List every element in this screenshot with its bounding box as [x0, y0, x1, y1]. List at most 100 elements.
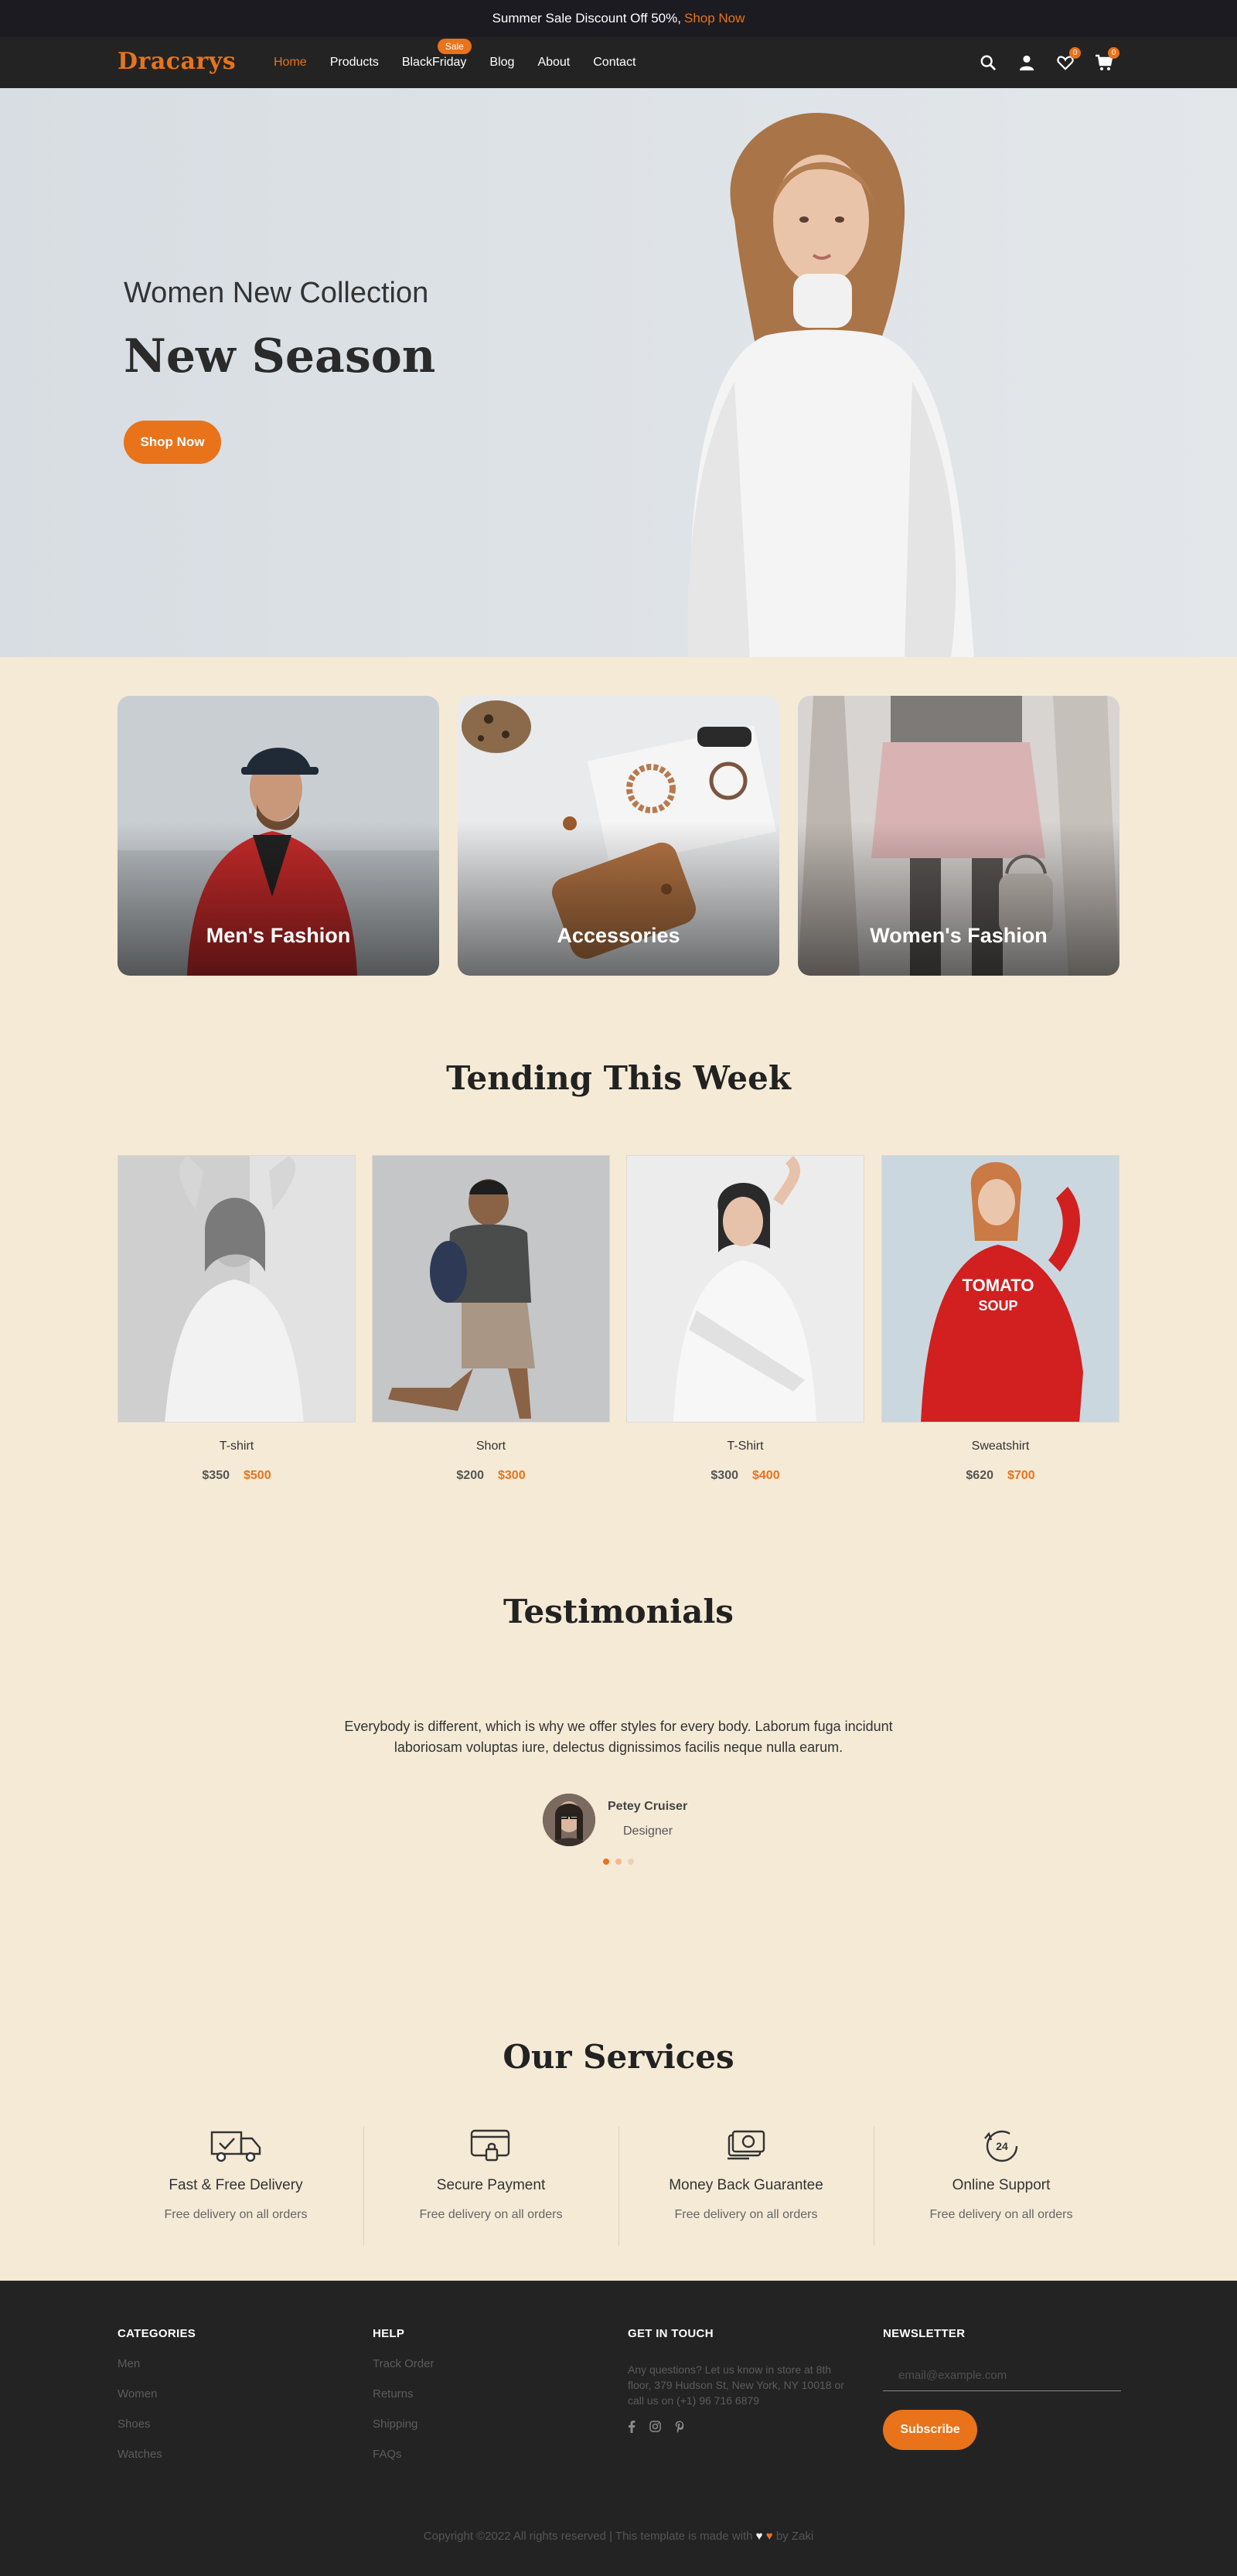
category-label-women: Women's Fashion — [870, 924, 1048, 947]
product-prices: $620 $700 — [881, 1469, 1119, 1483]
nav-home[interactable]: Home — [274, 56, 307, 70]
nav-products[interactable]: Products — [330, 56, 379, 70]
footer-link-men[interactable]: Men — [118, 2357, 357, 2370]
copyright: Copyright ©2022 All rights reserved | Th… — [0, 2530, 1237, 2543]
service-description: Free delivery on all orders — [419, 2208, 563, 2221]
footer-link-watches[interactable]: Watches — [118, 2448, 357, 2461]
product-name[interactable]: Short — [372, 1440, 610, 1453]
sale-badge: Sale — [437, 39, 472, 54]
announcement-text: Summer Sale Discount Off 50%, — [492, 11, 681, 26]
hero-shop-now-button[interactable]: Shop Now — [124, 421, 221, 464]
nav-blackfriday-label: BlackFriday — [401, 56, 467, 69]
footer-help: HELP Track Order Returns Shipping FAQs — [373, 2327, 612, 2461]
service-item: 24 Online Support Free delivery on all o… — [874, 2126, 1129, 2222]
pinterest-icon[interactable] — [675, 2421, 684, 2435]
product-image[interactable] — [118, 1155, 356, 1423]
copyright-text: Copyright ©2022 All rights reserved | Th… — [423, 2530, 753, 2543]
service-item: Secure Payment Free delivery on all orde… — [363, 2126, 618, 2222]
footer-link-faqs[interactable]: FAQs — [373, 2448, 612, 2461]
product-card[interactable]: T-shirt $350 $500 — [118, 1155, 356, 1483]
hero-title: New Season — [124, 329, 436, 383]
search-icon[interactable] — [979, 53, 997, 72]
testimonial-role: Designer — [623, 1825, 673, 1838]
footer-contact: GET IN TOUCH Any questions? Let us know … — [628, 2327, 867, 2435]
hero-model-image — [687, 112, 974, 657]
footer-contact-text: Any questions? Let us know in store at 8… — [628, 2363, 844, 2407]
pagination-dot[interactable] — [615, 1859, 622, 1865]
nav-contact[interactable]: Contact — [593, 56, 636, 70]
product-old-price: $620 — [966, 1469, 993, 1482]
announcement-shop-link[interactable]: Shop Now — [684, 11, 745, 26]
copyright-author: by Zaki — [775, 2530, 814, 2543]
newsletter-subscribe-button[interactable]: Subscribe — [883, 2410, 977, 2450]
footer-link-women[interactable]: Women — [118, 2387, 357, 2401]
wishlist-icon[interactable]: 0 — [1056, 47, 1081, 72]
main-navbar: Dracarys Home Products BlackFriday Sale … — [0, 37, 1237, 88]
category-cards: Men's Fashion Accessories Women's Fashio… — [118, 696, 1119, 976]
heart-icon: ♥ — [755, 2530, 763, 2543]
site-footer: CATEGORIES Men Women Shoes Watches HELP … — [0, 2281, 1237, 2576]
category-label-accessories: Accessories — [557, 924, 680, 947]
cart-icon[interactable]: 0 — [1095, 47, 1119, 72]
newsletter-email-input[interactable] — [883, 2360, 1121, 2391]
money-back-icon — [618, 2126, 874, 2165]
hero-banner: Women New Collection New Season Shop Now — [0, 88, 1237, 657]
footer-categories-title: CATEGORIES — [118, 2327, 196, 2340]
footer-link-track-order[interactable]: Track Order — [373, 2357, 612, 2370]
facebook-icon[interactable] — [628, 2421, 636, 2435]
product-card[interactable]: TOMATO SOUP Sweatshirt $620 $700 — [881, 1155, 1119, 1483]
product-prices: $200 $300 — [372, 1469, 610, 1483]
product-card[interactable]: Short $200 $300 — [372, 1155, 610, 1483]
footer-link-shoes[interactable]: Shoes — [118, 2418, 357, 2431]
product-old-price: $350 — [202, 1469, 230, 1482]
delivery-truck-icon — [108, 2126, 363, 2165]
category-card-women[interactable]: Women's Fashion — [798, 696, 1119, 976]
product-name[interactable]: Sweatshirt — [881, 1440, 1119, 1453]
wishlist-count-badge: 0 — [1069, 47, 1081, 59]
product-image[interactable]: TOMATO SOUP — [881, 1155, 1119, 1423]
nav-about[interactable]: About — [537, 56, 570, 70]
trending-title: Tending This Week — [446, 1059, 791, 1097]
product-prices: $300 $400 — [626, 1469, 864, 1483]
nav-blackfriday[interactable]: BlackFriday Sale — [401, 39, 472, 70]
product-price: $700 — [1007, 1469, 1035, 1482]
instagram-icon[interactable] — [649, 2421, 661, 2435]
footer-newsletter: NEWSLETTER Subscribe — [883, 2327, 1123, 2450]
service-item: Money Back Guarantee Free delivery on al… — [618, 2126, 874, 2222]
product-price: $400 — [752, 1469, 780, 1482]
site-logo[interactable]: Dracarys — [118, 48, 236, 75]
category-card-accessories[interactable]: Accessories — [458, 696, 779, 976]
user-icon[interactable] — [1017, 53, 1036, 72]
testimonials-title: Testimonials — [503, 1593, 734, 1630]
service-item: Fast & Free Delivery Free delivery on al… — [108, 2126, 363, 2222]
header-actions: 0 0 — [959, 37, 1119, 88]
service-title: Money Back Guarantee — [669, 2177, 823, 2193]
svg-text:SOUP: SOUP — [978, 1298, 1017, 1314]
product-image[interactable] — [626, 1155, 864, 1423]
footer-link-returns[interactable]: Returns — [373, 2387, 612, 2401]
cart-count-badge: 0 — [1108, 47, 1119, 59]
service-title: Online Support — [952, 2177, 1051, 2193]
product-price: $500 — [244, 1469, 271, 1482]
heart-icon: ♥ — [765, 2530, 773, 2543]
product-name[interactable]: T-shirt — [118, 1440, 356, 1453]
product-image[interactable] — [372, 1155, 610, 1423]
service-title: Fast & Free Delivery — [169, 2177, 303, 2193]
svg-text:24: 24 — [996, 2140, 1008, 2152]
main-nav: Home Products BlackFriday Sale Blog Abou… — [274, 37, 659, 88]
footer-help-title: HELP — [373, 2327, 405, 2340]
footer-link-shipping[interactable]: Shipping — [373, 2418, 612, 2431]
footer-categories: CATEGORIES Men Women Shoes Watches — [118, 2327, 357, 2461]
product-card[interactable]: T-Shirt $300 $400 — [626, 1155, 864, 1483]
category-card-men[interactable]: Men's Fashion — [118, 696, 439, 976]
category-label-men: Men's Fashion — [206, 924, 351, 947]
nav-blog[interactable]: Blog — [489, 56, 514, 70]
announcement-bar: Summer Sale Discount Off 50%, Shop Now — [0, 0, 1237, 37]
product-name[interactable]: T-Shirt — [626, 1440, 864, 1453]
product-old-price: $200 — [456, 1469, 484, 1482]
svg-text:TOMATO: TOMATO — [963, 1276, 1034, 1295]
pagination-dot-active[interactable] — [603, 1859, 609, 1865]
service-title: Secure Payment — [436, 2177, 546, 2193]
testimonial-avatar — [543, 1794, 595, 1846]
pagination-dot[interactable] — [628, 1859, 634, 1865]
